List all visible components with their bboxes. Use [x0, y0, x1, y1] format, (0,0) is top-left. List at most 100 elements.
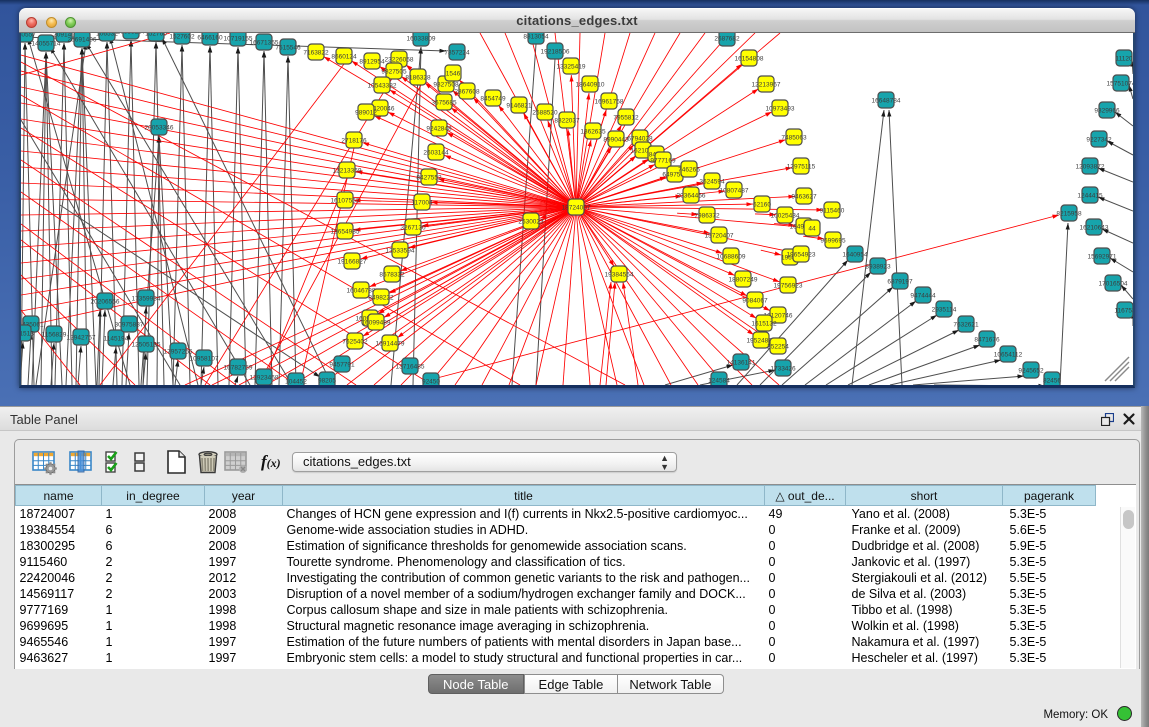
svg-text:9699695: 9699695: [820, 238, 846, 245]
svg-text:7955812: 7955812: [613, 115, 639, 122]
svg-text:13325419: 13325419: [557, 64, 586, 71]
svg-text:3624594: 3624594: [699, 179, 725, 186]
svg-text:15720407: 15720407: [705, 233, 734, 240]
svg-text:8427552: 8427552: [416, 175, 442, 182]
svg-text:13716485: 13716485: [396, 364, 425, 371]
svg-text:140557: 140557: [21, 33, 36, 39]
svg-text:11120: 11120: [1115, 56, 1132, 63]
svg-text:9474444: 9474444: [910, 293, 936, 300]
svg-text:10973493: 10973493: [766, 106, 795, 113]
svg-text:19756923: 19756923: [774, 283, 803, 290]
svg-text:19166827: 19166827: [338, 259, 367, 266]
svg-text:9457791: 9457791: [329, 362, 355, 369]
svg-text:7485063: 7485063: [781, 135, 807, 142]
svg-text:18807249: 18807249: [729, 277, 758, 284]
svg-text:12923468: 12923468: [250, 375, 279, 382]
svg-text:9227342: 9227342: [1086, 137, 1112, 144]
svg-text:9242848: 9242848: [426, 126, 452, 133]
svg-text:14055714: 14055714: [32, 41, 61, 48]
svg-text:82456: 82456: [1043, 378, 1061, 385]
svg-text:8186328: 8186328: [405, 75, 431, 82]
svg-text:16046788: 16046788: [347, 288, 376, 295]
svg-text:8912954: 8912954: [359, 59, 385, 66]
svg-text:17016504: 17016504: [1099, 281, 1128, 288]
svg-text:2687682: 2687682: [714, 36, 740, 43]
svg-text:62160: 62160: [753, 202, 771, 209]
svg-text:10688609: 10688609: [717, 254, 746, 261]
svg-text:1244415: 1244415: [1077, 193, 1103, 200]
svg-text:92450: 92450: [422, 379, 440, 385]
svg-text:19218506: 19218506: [541, 49, 570, 56]
svg-text:8813054: 8813054: [523, 34, 549, 41]
svg-text:30975887: 30975887: [115, 322, 144, 329]
svg-text:3675685: 3675685: [431, 100, 457, 107]
svg-text:391513: 391513: [21, 331, 34, 338]
svg-text:16648784: 16648784: [872, 98, 901, 105]
svg-text:20053346: 20053346: [145, 125, 174, 132]
svg-text:746266: 746266: [678, 167, 700, 174]
svg-text:13533594: 13533594: [386, 248, 415, 255]
svg-text:2935114: 2935114: [932, 307, 957, 314]
svg-text:1156829: 1156829: [42, 332, 67, 339]
svg-text:16107553: 16107553: [331, 198, 360, 205]
svg-text:19654985: 19654985: [331, 229, 360, 236]
svg-text:7357224: 7357224: [444, 50, 470, 57]
svg-text:6879197: 6879197: [887, 279, 913, 286]
svg-text:10719155: 10719155: [224, 36, 253, 43]
svg-text:1362635: 1362635: [580, 129, 606, 136]
svg-text:152760: 152760: [145, 33, 167, 38]
svg-text:16154808: 16154808: [735, 56, 764, 63]
svg-text:98205: 98205: [318, 378, 336, 385]
svg-text:12093872: 12093872: [1076, 164, 1105, 171]
svg-text:12975115: 12975115: [787, 164, 816, 171]
svg-text:124584: 124584: [708, 378, 730, 385]
svg-text:20364456: 20364456: [677, 193, 706, 200]
svg-text:10958107: 10958107: [190, 356, 219, 363]
svg-text:106532: 106532: [96, 33, 118, 38]
svg-text:9327508: 9327508: [433, 82, 459, 89]
svg-text:9463627: 9463627: [791, 194, 817, 201]
svg-text:12213967: 12213967: [752, 82, 781, 89]
svg-text:16033809: 16033809: [407, 36, 436, 43]
svg-text:8471676: 8471676: [974, 337, 1000, 344]
svg-text:1615132: 1615132: [751, 321, 777, 328]
svg-text:20691406: 20691406: [68, 37, 97, 44]
svg-text:8322037: 8322037: [554, 118, 580, 125]
svg-text:2718176: 2718176: [341, 138, 367, 145]
svg-text:9245652: 9245652: [1018, 368, 1044, 375]
svg-text:1640954: 1640954: [842, 252, 868, 259]
svg-text:252254: 252254: [767, 344, 789, 351]
svg-text:9777169: 9777169: [650, 158, 676, 165]
svg-text:12505135: 12505135: [132, 342, 161, 349]
svg-text:18640910: 18640910: [576, 82, 605, 89]
svg-text:1145194: 1145194: [104, 336, 129, 343]
svg-text:7632621: 7632621: [953, 322, 979, 329]
svg-text:10653287: 10653287: [117, 33, 146, 36]
svg-text:9146821: 9146821: [506, 103, 532, 110]
svg-text:16782759: 16782759: [224, 365, 253, 372]
svg-text:2603144: 2603144: [423, 150, 449, 157]
svg-text:15751074: 15751074: [1107, 81, 1133, 88]
svg-text:1527602: 1527602: [169, 34, 195, 41]
svg-text:16961758: 16961758: [595, 99, 624, 106]
svg-text:9084067: 9084067: [742, 298, 768, 305]
svg-text:10654112: 10654112: [994, 352, 1023, 359]
svg-text:19384554: 19384554: [605, 272, 634, 279]
svg-text:20206556: 20206556: [91, 299, 120, 306]
svg-text:17359934: 17359934: [132, 296, 161, 303]
svg-text:17957255: 17957255: [164, 349, 193, 356]
svg-text:2588520: 2588520: [532, 110, 558, 117]
svg-text:12942757: 12942757: [67, 335, 96, 342]
svg-text:10543382: 10543382: [368, 83, 397, 90]
svg-text:10025434: 10025434: [771, 213, 800, 220]
svg-text:16210643: 16210643: [1080, 225, 1109, 232]
svg-text:1546: 1546: [446, 71, 461, 78]
svg-text:9115460: 9115460: [820, 208, 845, 215]
svg-text:8938923: 8938923: [865, 264, 891, 271]
svg-text:8660124: 8660124: [331, 54, 357, 61]
svg-text:16914479: 16914479: [376, 341, 405, 348]
svg-text:116753: 116753: [1114, 308, 1133, 315]
svg-text:6466160: 6466160: [197, 35, 223, 42]
svg-text:8215958: 8215958: [1056, 211, 1082, 218]
svg-text:7515546: 7515546: [275, 45, 301, 52]
